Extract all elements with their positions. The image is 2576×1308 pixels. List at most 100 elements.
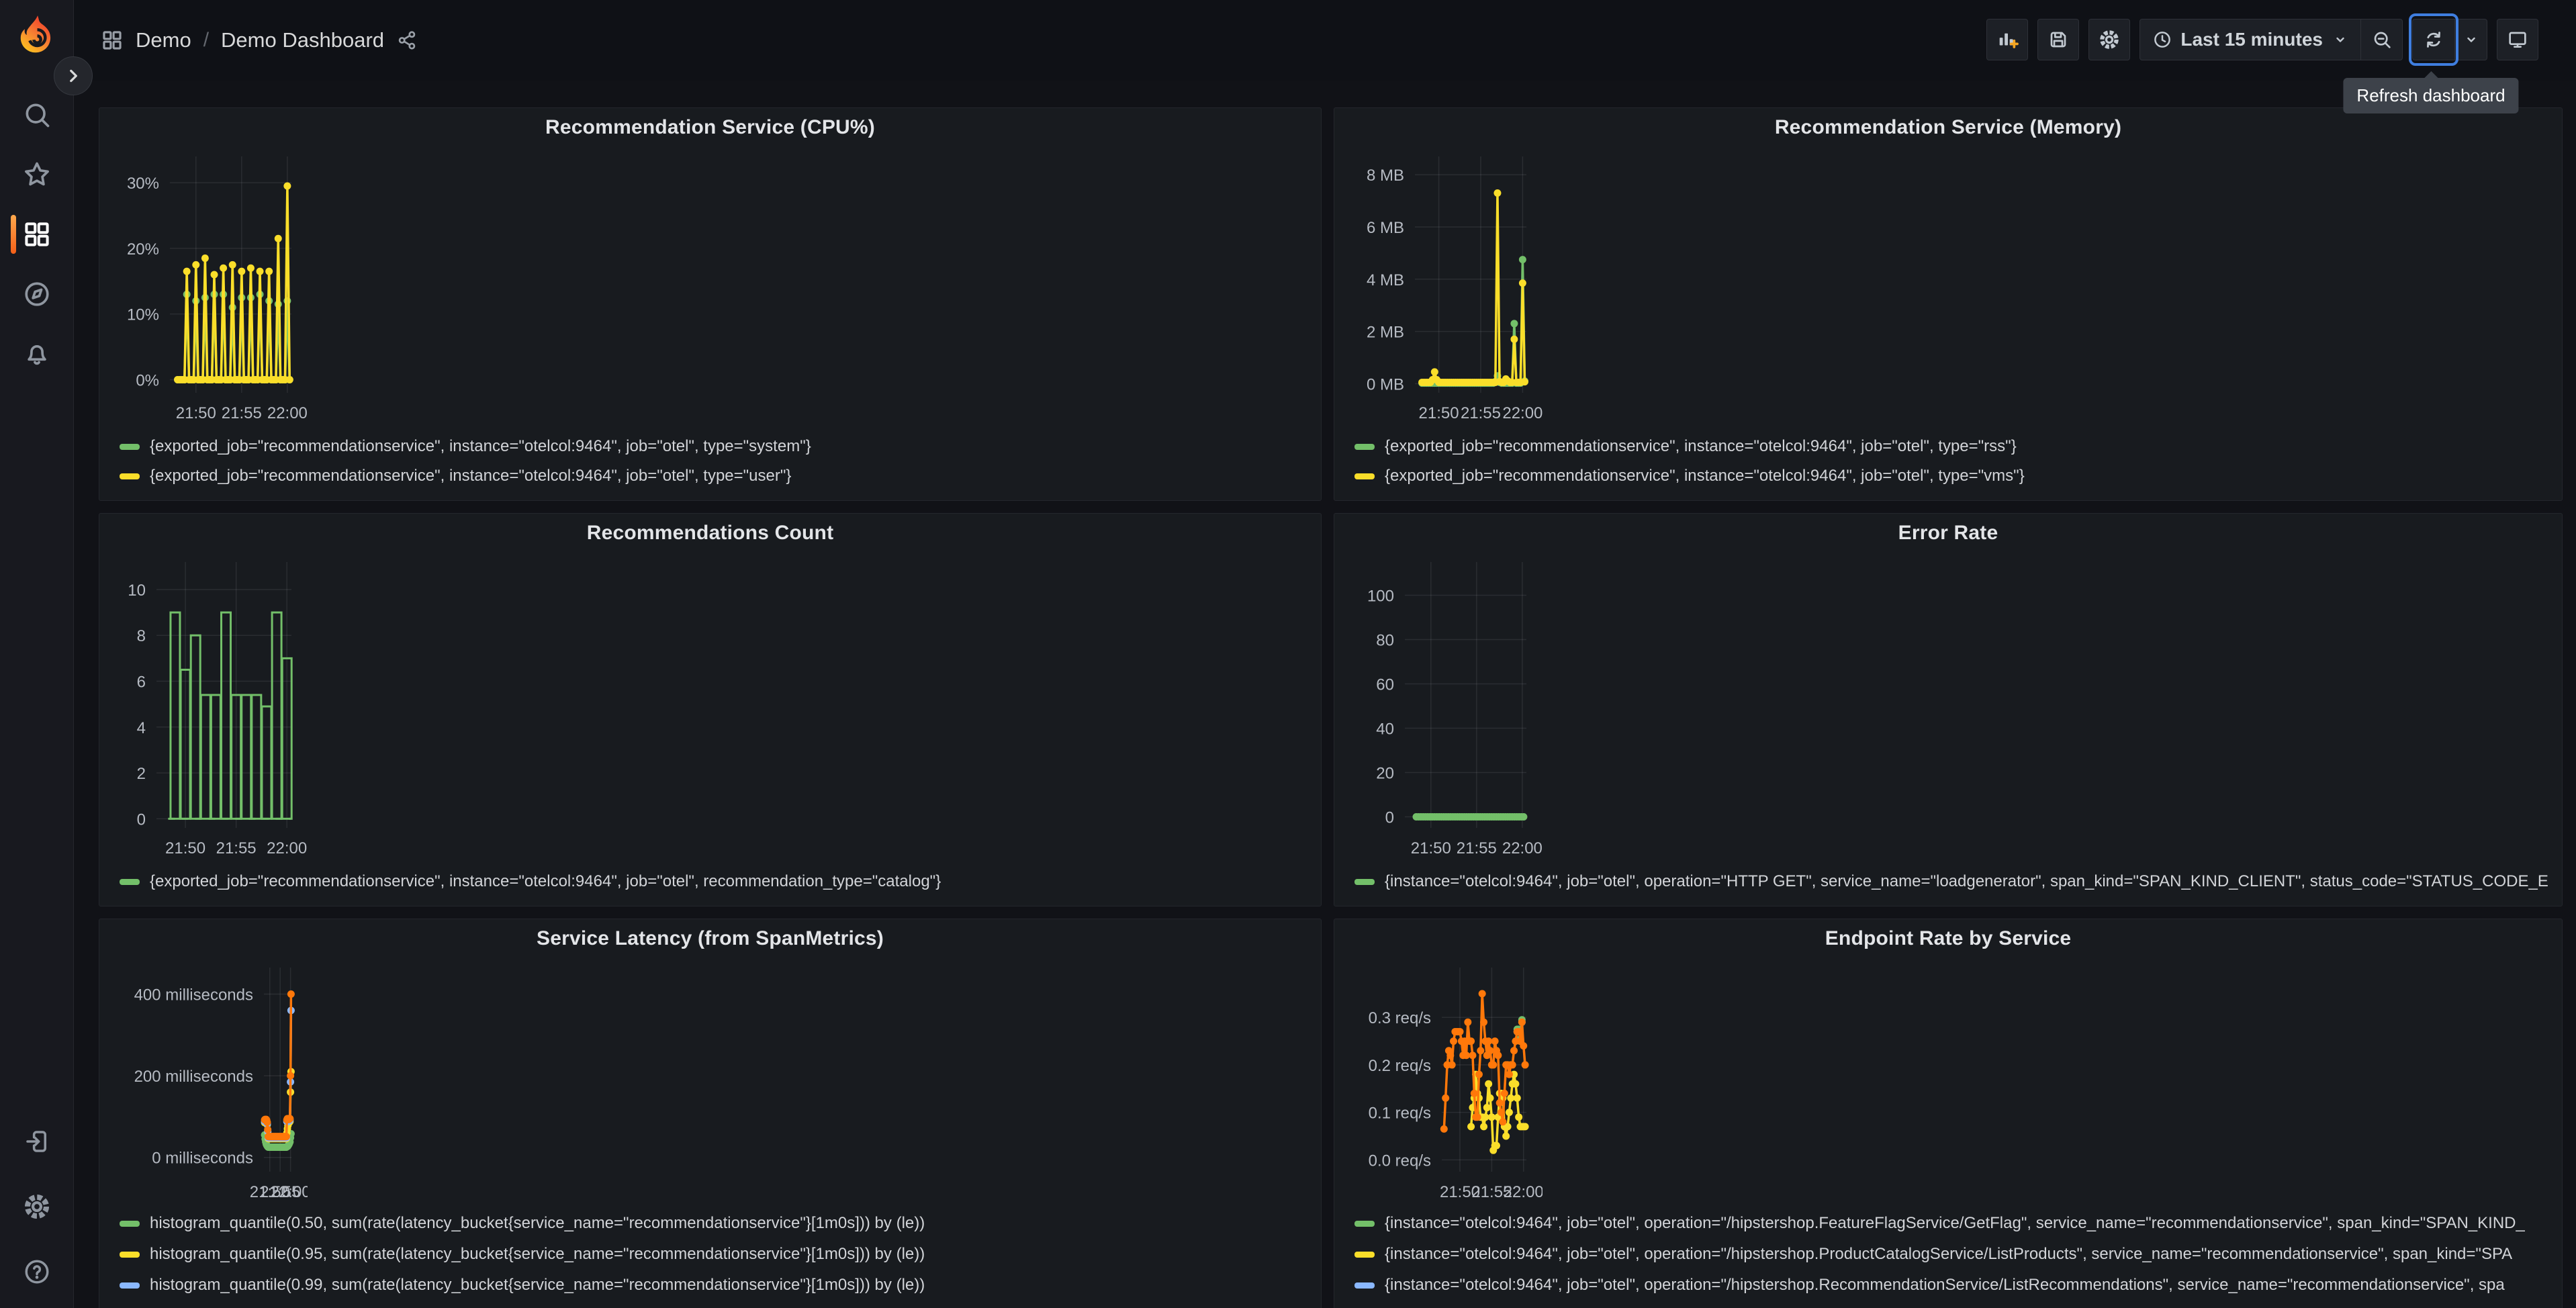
legend-series-label: {instance="otelcol:9464", job="otel", op… xyxy=(1385,872,2548,890)
panel-recommendations-count: Recommendations Count 21:50 21:55 22:00 0 2 4… xyxy=(99,513,1322,906)
panel-title[interactable]: Recommendations Count xyxy=(99,514,1321,553)
sidebar-item-help[interactable] xyxy=(0,1239,73,1304)
chevron-down-icon xyxy=(2467,37,2475,42)
svg-text:0: 0 xyxy=(137,810,146,829)
sidebar-item-dashboards[interactable] xyxy=(0,204,73,264)
legend-item[interactable]: histogram_quantile(0.999, sum(rate(laten… xyxy=(120,1301,1313,1308)
svg-text:6 MB: 6 MB xyxy=(1367,219,1404,237)
legend-series-label: {instance="otelcol:9464", job="otel", op… xyxy=(1385,1245,2513,1263)
svg-text:8 MB: 8 MB xyxy=(1367,167,1404,185)
save-dashboard-button[interactable] xyxy=(2037,19,2080,60)
chart-legend: {exported_job="recommendationservice", i… xyxy=(120,867,1313,896)
legend-item[interactable]: {instance="otelcol:9464", job="otel", op… xyxy=(1354,1301,2554,1308)
legend-series-label: {instance="otelcol:9464", job="otel", op… xyxy=(1385,1276,2505,1294)
search-icon xyxy=(26,103,49,127)
sidebar-item-settings[interactable] xyxy=(0,1174,73,1239)
svg-text:8: 8 xyxy=(137,627,146,645)
breadcrumb-section[interactable]: Demo xyxy=(136,28,191,52)
legend-item[interactable]: histogram_quantile(0.99, sum(rate(latenc… xyxy=(120,1270,1313,1301)
sidebar-item-search[interactable] xyxy=(0,85,73,144)
top-navbar: Demo / Demo Dashboard Last 15 minutes xyxy=(74,0,2576,81)
sidebar-bottom-nav xyxy=(0,1109,73,1304)
chart-legend: {exported_job="recommendationservice", i… xyxy=(1354,432,2554,491)
legend-series-color-chip xyxy=(120,878,140,885)
legend-item[interactable]: {exported_job="recommendationservice", i… xyxy=(1354,461,2554,491)
legend-item[interactable]: {instance="otelcol:9464", job="otel", op… xyxy=(1354,1270,2554,1301)
kiosk-mode-button[interactable] xyxy=(2497,19,2538,60)
legend-series-color-chip xyxy=(1354,878,1375,885)
sign-in-icon xyxy=(26,1130,46,1152)
bell-icon xyxy=(27,344,46,365)
svg-text:30%: 30% xyxy=(127,175,159,193)
chevron-down-icon xyxy=(2336,37,2344,42)
svg-text:0: 0 xyxy=(1385,809,1394,827)
svg-text:21:55: 21:55 xyxy=(1461,404,1501,422)
sidebar-expand-button[interactable] xyxy=(54,56,93,95)
tv-monitor-icon xyxy=(2509,32,2526,48)
panel-title[interactable]: Error Rate xyxy=(1334,514,2562,553)
star-icon xyxy=(24,162,49,185)
svg-text:0.3 req/s: 0.3 req/s xyxy=(1369,1009,1431,1027)
svg-text:0%: 0% xyxy=(136,371,159,389)
svg-text:0 MB: 0 MB xyxy=(1367,375,1404,393)
breadcrumb-separator: / xyxy=(203,29,210,51)
timeseries-chart[interactable]: 21:50 21:55 22:00 0% 10% 20% 30% xyxy=(106,146,308,425)
legend-series-color-chip xyxy=(120,1282,140,1289)
svg-text:22:00: 22:00 xyxy=(1502,839,1543,857)
legend-item[interactable]: {exported_job="recommendationservice", i… xyxy=(120,867,1313,896)
svg-text:10%: 10% xyxy=(127,306,159,324)
sidebar-item-sign-in[interactable] xyxy=(0,1109,73,1174)
share-icon[interactable] xyxy=(396,30,418,51)
legend-series-color-chip xyxy=(120,1220,140,1227)
legend-item[interactable]: {exported_job="recommendationservice", i… xyxy=(120,461,1313,491)
svg-text:6: 6 xyxy=(137,673,146,692)
timeseries-chart[interactable]: 21:5021:5522:000.0 req/s0.1 req/s0.2 req… xyxy=(1341,957,1543,1204)
svg-text:60: 60 xyxy=(1376,676,1394,694)
panel-error-rate: Error Rate 21:50 21:55 22:00 0 20 40 60 80 100 {… xyxy=(1334,513,2563,906)
timeseries-chart[interactable]: 21:5021:5522:000 milliseconds200 millise… xyxy=(106,957,308,1204)
refresh-dashboard-button[interactable] xyxy=(2409,13,2458,66)
svg-text:20%: 20% xyxy=(127,240,159,259)
dashboard-settings-button[interactable] xyxy=(2088,19,2131,60)
refresh-icon xyxy=(2427,32,2440,48)
panel-title[interactable]: Service Latency (from SpanMetrics) xyxy=(99,919,1321,958)
svg-text:21:50: 21:50 xyxy=(165,839,205,857)
sidebar-item-starred[interactable] xyxy=(0,144,73,204)
legend-item[interactable]: {exported_job="recommendationservice", i… xyxy=(120,432,1313,461)
legend-item[interactable]: histogram_quantile(0.95, sum(rate(latenc… xyxy=(120,1239,1313,1270)
chevron-right-icon xyxy=(70,69,77,83)
breadcrumb-page[interactable]: Demo Dashboard xyxy=(221,28,384,52)
legend-series-color-chip xyxy=(1354,1251,1375,1258)
panel-title[interactable]: Recommendation Service (CPU%) xyxy=(99,108,1321,147)
clock-icon xyxy=(2154,32,2171,48)
legend-item[interactable]: {instance="otelcol:9464", job="otel", op… xyxy=(1354,1239,2554,1270)
timeseries-chart[interactable]: 21:50 21:55 22:00 0 20 40 60 80 100 xyxy=(1341,551,1543,860)
time-controls: Last 15 minutes xyxy=(2140,19,2403,60)
zoom-out-button[interactable] xyxy=(2360,19,2402,60)
bar-chart[interactable]: 21:50 21:55 22:00 0 2 4 6 8 10 xyxy=(106,551,308,860)
timeseries-chart[interactable]: 21:50 21:55 22:00 0 MB 2 MB 4 MB 6 MB 8 MB xyxy=(1341,146,1543,425)
svg-text:21:55: 21:55 xyxy=(216,839,257,857)
chart-legend: {instance="otelcol:9464", job="otel", op… xyxy=(1354,1208,2554,1308)
svg-text:200 milliseconds: 200 milliseconds xyxy=(134,1068,253,1086)
svg-text:22:00: 22:00 xyxy=(267,404,308,422)
svg-text:20: 20 xyxy=(1376,765,1394,783)
sidebar-nav xyxy=(0,85,73,383)
panel-title[interactable]: Recommendation Service (Memory) xyxy=(1334,108,2562,147)
panel-title[interactable]: Endpoint Rate by Service xyxy=(1334,919,2562,958)
dashboard-grid: Recommendation Service (CPU%) 21:50 21:55… xyxy=(74,81,2576,1308)
time-range-picker[interactable]: Last 15 minutes xyxy=(2140,19,2360,60)
add-panel-button[interactable] xyxy=(1986,19,2029,60)
panel-service-latency: Service Latency (from SpanMetrics) 21:50… xyxy=(99,919,1322,1308)
panel-endpoint-rate: Endpoint Rate by Service 21:50 21:55 22:00… xyxy=(1334,919,2563,1308)
refresh-interval-dropdown[interactable] xyxy=(2454,19,2487,60)
zoom-out-icon xyxy=(2374,32,2391,48)
legend-item[interactable]: histogram_quantile(0.50, sum(rate(latenc… xyxy=(120,1208,1313,1239)
legend-item[interactable]: {exported_job="recommendationservice", i… xyxy=(1354,432,2554,461)
sidebar-item-alerting[interactable] xyxy=(0,324,73,383)
sidebar-item-explore[interactable] xyxy=(0,264,73,324)
legend-item[interactable]: {instance="otelcol:9464", job="otel", op… xyxy=(1354,1208,2554,1239)
gear-icon xyxy=(2100,30,2119,49)
legend-item[interactable]: {instance="otelcol:9464", job="otel", op… xyxy=(1354,867,2554,896)
grafana-logo[interactable] xyxy=(15,13,59,58)
